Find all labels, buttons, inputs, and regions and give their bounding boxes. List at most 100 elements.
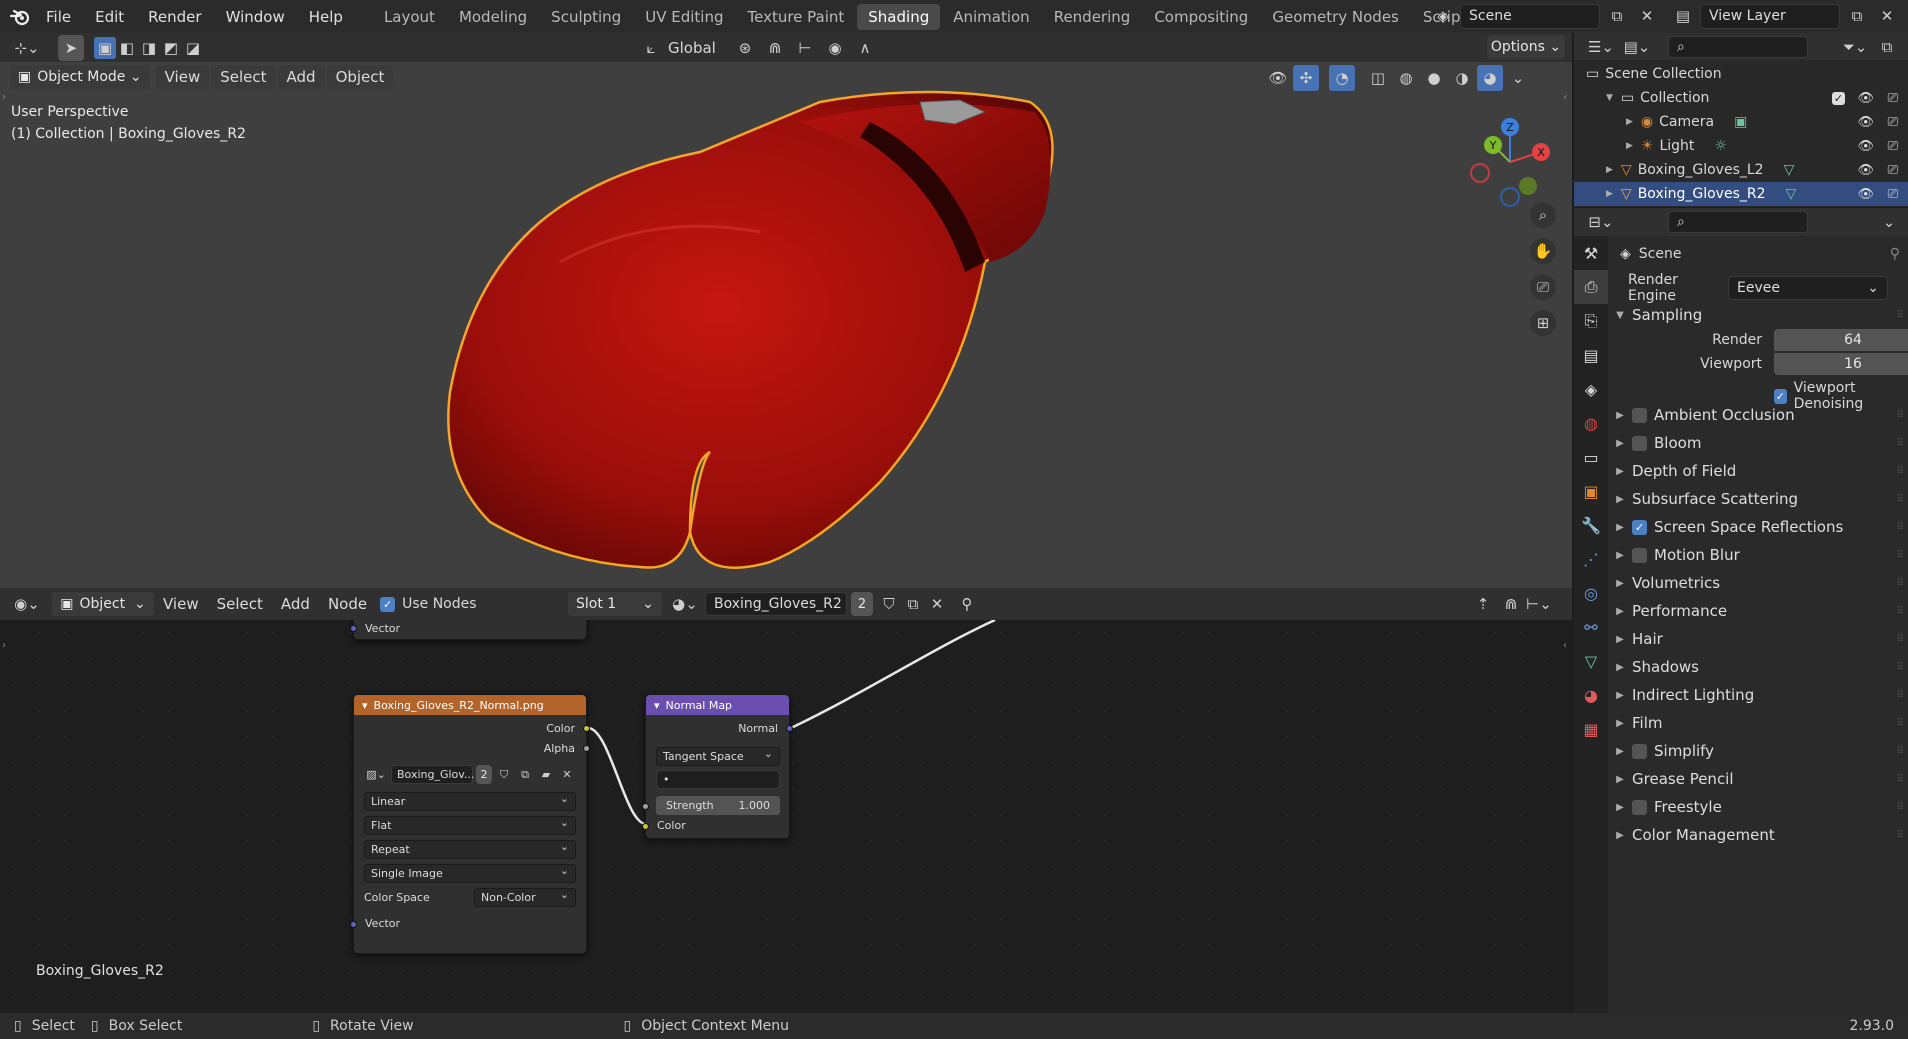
image-node-header[interactable]: ▾ Boxing_Gloves_R2_Normal.png [354,695,586,715]
tab-texture-paint[interactable]: Texture Paint [736,4,855,30]
visibility-eye-icon[interactable]: 👁 [1857,187,1874,202]
outliner-scene-collection[interactable]: ▭ Scene Collection [1574,62,1908,86]
material-shading-icon[interactable]: ◑ [1449,65,1475,91]
drag-handle-icon[interactable]: ⠿ [1897,690,1904,701]
blender-logo-icon[interactable] [6,4,34,30]
falloff-icon[interactable]: ∧ [852,35,878,61]
drag-handle-icon[interactable]: ⠿ [1897,606,1904,617]
visibility-icon[interactable]: 👁 [1265,65,1291,91]
panel-color-management[interactable]: ▶ Color Management ⠿ [1608,822,1908,848]
panel-indirect-lighting[interactable]: ▶ Indirect Lighting ⠿ [1608,682,1908,708]
panel-volumetrics[interactable]: ▶ Volumetrics ⠿ [1608,570,1908,596]
image-users-count[interactable]: 2 [476,765,492,784]
menu-file[interactable]: File [34,8,83,26]
color-input-socket[interactable] [642,823,649,830]
drag-handle-icon[interactable]: ⠿ [1897,466,1904,477]
output-tab-icon[interactable]: ⎘ [1574,304,1608,338]
render-camera-icon[interactable]: ⎚ [1888,139,1898,154]
shader-node-editor[interactable]: Vector ▾ Boxing_Gloves_R2_Normal.png Colo… [0,620,1572,1013]
new-view-layer-icon[interactable]: ⧉ [1844,3,1870,29]
collection-tab-icon[interactable]: ▭ [1574,440,1608,474]
pivot-point-icon[interactable]: ⊛ [732,35,758,61]
tab-geometry-nodes[interactable]: Geometry Nodes [1261,4,1410,30]
particles-tab-icon[interactable]: ⋰ [1574,542,1608,576]
normal-space-dropdown[interactable]: Tangent Space [656,747,780,766]
proportional-edit-icon[interactable]: ◉ [822,35,848,61]
viewport-samples-field[interactable]: 16 [1774,353,1908,375]
new-collection-icon[interactable]: ⧉ [1874,34,1900,60]
panel-simplify[interactable]: ▶ Simplify ⠿ [1608,738,1908,764]
properties-editor-type-icon[interactable]: ⊟⌄ [1586,209,1616,235]
collapse-node-icon[interactable]: ▾ [362,699,368,712]
delete-view-layer-icon[interactable]: ✕ [1874,3,1900,29]
image-browse-icon[interactable]: ▨⌄ [364,765,388,784]
drag-handle-icon[interactable]: ⠿ [1897,310,1904,321]
extend-select-icon[interactable]: ◧ [116,35,138,61]
panel-enable-checkbox[interactable] [1632,799,1647,815]
image-name-field[interactable]: Boxing_Glov... [391,765,474,784]
outliner-search-input[interactable]: ⌕ [1668,35,1808,58]
drag-handle-icon[interactable]: ⠿ [1897,802,1904,813]
object-mode-dropdown[interactable]: ▣ Object Mode ⌄ [10,65,150,89]
overlay-toggle-icon[interactable]: ◔ [1329,65,1355,91]
panel-ambient-occlusion[interactable]: ▶ Ambient Occlusion ⠿ [1608,402,1908,428]
panel-depth-of-field[interactable]: ▶ Depth of Field ⠿ [1608,458,1908,484]
world-tab-icon[interactable]: ◍ [1574,406,1608,440]
render-camera-icon[interactable]: ⎚ [1888,187,1898,202]
view-layer-icon[interactable]: ▤ [1670,3,1696,29]
new-scene-icon[interactable]: ⧉ [1604,3,1630,29]
editor-type-icon[interactable]: ⊹⌄ [10,35,44,61]
menu-help[interactable]: Help [297,8,355,26]
panel-shadows[interactable]: ▶ Shadows ⠿ [1608,654,1908,680]
expand-icon[interactable]: ▶ [1606,165,1613,175]
outliner-item-boxing-gloves-l2[interactable]: ▶ ▽ Boxing_Gloves_L2 ▽ 👁 ⎚ [1574,158,1908,182]
alpha-output-socket[interactable] [583,745,590,752]
texture-tab-icon[interactable]: ▦ [1574,712,1608,746]
panel-freestyle[interactable]: ▶ Freestyle ⠿ [1608,794,1908,820]
normal-map-header[interactable]: ▾ Normal Map [646,695,789,715]
panel-enable-checkbox[interactable] [1632,743,1647,759]
intersect-select-icon[interactable]: ◪ [182,35,204,61]
tab-compositing[interactable]: Compositing [1143,4,1259,30]
use-nodes-checkbox[interactable]: ✓ [380,596,396,612]
rendered-shading-icon[interactable]: ◕ [1477,65,1503,91]
drag-handle-icon[interactable]: ⠿ [1897,550,1904,561]
tab-sculpting[interactable]: Sculpting [540,4,632,30]
image-fake-user-icon[interactable]: ⛉ [495,765,513,784]
drag-handle-icon[interactable]: ⠿ [1897,718,1904,729]
material-browse-icon[interactable]: ◕⌄ [672,591,698,617]
panel-sampling[interactable]: ▼ Sampling ⠿ [1608,302,1908,328]
fake-user-icon[interactable]: ⛉ [876,591,902,617]
tab-rendering[interactable]: Rendering [1043,4,1142,30]
vector-input-socket[interactable] [350,625,357,632]
menu-edit[interactable]: Edit [83,8,136,26]
box-select-mode-icon[interactable]: ▣ [94,36,116,59]
expand-icon[interactable]: ▶ [1606,189,1613,199]
zoom-icon[interactable]: ⌕ [1530,202,1556,228]
node-menu-node[interactable]: Node [319,595,376,613]
3d-viewport[interactable]: User Perspective (1) Collection | Boxing… [0,62,1572,588]
tab-uv-editing[interactable]: UV Editing [634,4,734,30]
tab-modeling[interactable]: Modeling [448,4,538,30]
interpolation-dropdown[interactable]: Linear [364,792,576,811]
viewport-menu-object[interactable]: Object [326,65,394,89]
invert-select-icon[interactable]: ◩ [160,35,182,61]
menu-window[interactable]: Window [214,8,297,26]
outliner-item-boxing-gloves-r2[interactable]: ▶ ▽ Boxing_Gloves_R2 ▽ 👁 ⎚ [1574,182,1908,206]
constraints-tab-icon[interactable]: ⚯ [1574,610,1608,644]
normal-output-socket[interactable] [786,725,793,732]
transform-orientation-dropdown[interactable]: Global [668,39,728,57]
panel-motion-blur[interactable]: ▶ Motion Blur ⠿ [1608,542,1908,568]
pin-icon[interactable]: ⚲ [954,591,980,617]
panel-hair[interactable]: ▶ Hair ⠿ [1608,626,1908,652]
select-tool-icon[interactable]: ➤ [58,34,84,61]
drag-handle-icon[interactable]: ⠿ [1897,578,1904,589]
node-snap-target-icon[interactable]: ⊢⌄ [1526,591,1552,617]
object-tab-icon[interactable]: ▣ [1574,474,1608,508]
scene-icon[interactable]: ◈ [1430,3,1456,29]
display-mode-icon[interactable]: ▤⌄ [1622,34,1652,60]
expand-node-toolbar-icon[interactable]: › [2,640,6,651]
uv-map-field[interactable]: • [656,770,780,789]
strength-slider[interactable]: Strength 1.000 [656,796,780,815]
color-output-socket[interactable] [583,725,590,732]
